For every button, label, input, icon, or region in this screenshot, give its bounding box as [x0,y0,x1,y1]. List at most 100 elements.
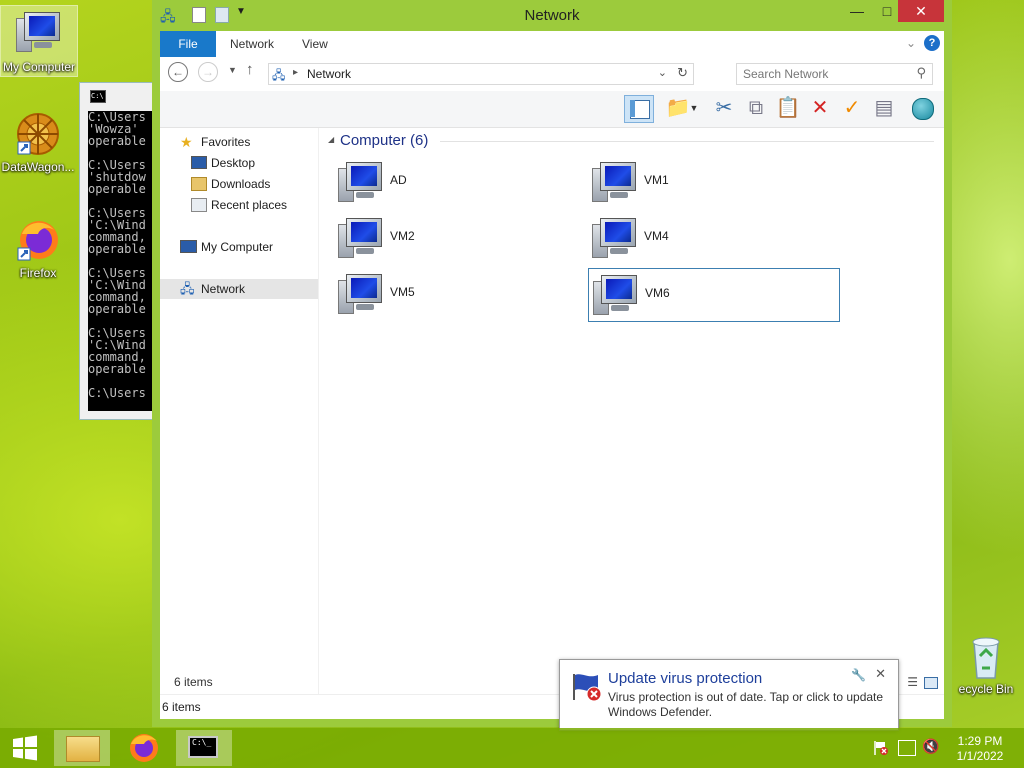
rename-icon[interactable]: ▤ [870,95,898,121]
computer-icon [180,240,197,253]
up-arrow-icon[interactable]: ↑ [246,61,254,78]
desktop-icon-label: ecycle Bin [958,682,1014,696]
action-center-flag-icon[interactable] [874,740,888,755]
ribbon-expand-icon[interactable]: ⌄ [906,36,916,50]
search-icon[interactable]: ⚲ [916,65,926,81]
paste-icon[interactable]: 📋 [774,95,802,121]
nav-item-desktop[interactable]: Desktop [160,153,318,173]
taskbar-command-prompt[interactable]: C:\_ [176,730,232,766]
desktop-icon-recycle-bin[interactable]: ecycle Bin [948,628,1024,698]
clock[interactable]: 1:29 PM 1/1/2022 [950,734,1010,764]
desktop-icon-datawagon[interactable]: DataWagon... [0,106,76,178]
tab-file[interactable]: File [160,31,216,57]
group-header[interactable]: Computer (6) [340,132,428,149]
star-icon: ★ [180,134,193,150]
toolbar: 📁 ▼ ✂ ⧉ 📋 ✕ ✓ ▤ [160,91,944,128]
computer-icon [593,275,639,317]
computer-icon [338,218,384,260]
details-view-icon[interactable]: ☰ [907,675,918,689]
nav-item-recent-places[interactable]: Recent places [160,195,318,215]
taskbar-file-explorer[interactable] [54,730,110,766]
recycle-bin-icon [962,632,1010,680]
toast-message: Virus protection is out of date. Tap or … [608,690,884,719]
search-input[interactable]: Search Network ⚲ [736,63,933,85]
address-dropdown-icon[interactable]: ⌄ [658,66,667,79]
address-row: ← → ▼ ↑ 🖧 ▸ Network ⌄ ↻ Search Network ⚲ [160,57,944,91]
back-button[interactable]: ← [168,62,188,82]
large-icons-view-icon[interactable] [924,677,938,689]
clock-time: 1:29 PM [957,734,1003,748]
desktop-icon-label: DataWagon... [1,160,75,174]
window-title: Network [524,7,580,24]
group-divider [440,141,934,142]
minimize-button[interactable]: — [842,0,872,22]
desktop-icon [191,156,207,169]
tab-view[interactable]: View [288,31,342,57]
item-label: VM4 [644,229,669,243]
address-location[interactable]: Network [307,67,351,81]
item-label: VM6 [645,286,670,300]
computer-item-vm2[interactable]: VM2 [334,212,584,264]
desktop-icon-firefox[interactable]: Firefox [0,212,76,282]
folder-icon [66,736,100,762]
cmd-console[interactable]: C:\Users 'Wowza' operable C:\Users'shutdow o… [88,111,160,411]
tab-network[interactable]: Network [216,31,288,57]
dropdown-icon[interactable]: ▼ [688,95,700,121]
forward-button[interactable]: → [198,62,218,82]
copy-icon[interactable]: ⧉ [742,95,770,121]
recent-locations-icon[interactable]: ▼ [228,65,237,75]
preview-pane-button[interactable] [624,95,654,123]
cut-icon[interactable]: ✂ [710,95,738,121]
toast-title: Update virus protection [608,670,763,687]
title-bar[interactable]: 🖧 ▼ Network — □ ✕ [152,0,952,30]
help-icon[interactable]: ? [924,35,940,51]
computer-icon [338,162,384,204]
command-prompt-window[interactable]: C:\ C:\Users 'Wowza' operable C:\Users'shut… [79,82,161,420]
windows-logo-icon [13,735,37,761]
nav-item-my-computer[interactable]: My Computer [160,237,318,257]
taskbar-firefox[interactable] [116,730,172,766]
console-line: operable [88,182,146,196]
network-icon: 🖧 [180,281,195,296]
breadcrumb-chevron-icon[interactable]: ▸ [293,67,298,78]
computer-icon [338,274,384,316]
network-tray-icon[interactable] [898,740,916,756]
nav-label: Downloads [211,177,271,191]
nav-label: Recent places [211,198,288,212]
nav-item-downloads[interactable]: Downloads [160,174,318,194]
collapse-group-icon[interactable]: ◢ [328,135,334,144]
computer-item-vm6[interactable]: VM6 [588,268,840,322]
nav-label: Network [201,282,246,296]
close-button[interactable]: ✕ [898,0,944,22]
ribbon-tabs: File Network View ⌄ ? [160,31,944,58]
delete-icon[interactable]: ✕ [806,95,834,121]
nav-label: My Computer [201,240,274,254]
computer-item-vm4[interactable]: VM4 [588,212,838,264]
toast-settings-icon[interactable]: 🔧 [851,668,866,682]
nav-item-network[interactable]: 🖧 Network [160,279,318,299]
file-list: ◢ Computer (6) AD VM1 VM2 VM4 VM5 VM6 [320,128,944,695]
notification-toast[interactable]: Update virus protection 🔧 ✕ Virus protec… [559,659,899,731]
refresh-icon[interactable]: ↻ [677,65,688,81]
computer-item-vm1[interactable]: VM1 [588,156,838,208]
address-bar[interactable]: 🖧 ▸ Network ⌄ ↻ [268,63,694,85]
network-globe-icon[interactable] [908,95,936,121]
desktop-icon-label: Firefox [19,266,57,280]
firefox-icon [14,216,62,264]
content-area: ★ Favorites Desktop Downloads Recent pla… [160,128,944,695]
computer-item-ad[interactable]: AD [334,156,584,208]
recent-places-icon [191,198,207,212]
nav-item-favorites[interactable]: ★ Favorites [160,132,318,152]
desktop-icon-my-computer[interactable]: My Computer [0,5,78,77]
item-count: 6 items [162,700,201,714]
item-label: VM5 [390,285,415,299]
volume-muted-icon[interactable]: 🔇 [922,738,939,755]
check-icon[interactable]: ✓ [838,95,866,121]
toast-close-icon[interactable]: ✕ [875,666,886,682]
computer-item-vm5[interactable]: VM5 [334,268,584,320]
item-label: VM2 [390,229,415,243]
console-line: operable [88,134,146,148]
desktop-icon-label: My Computer [2,60,76,74]
downloads-icon [191,177,207,191]
start-button[interactable] [0,730,50,766]
